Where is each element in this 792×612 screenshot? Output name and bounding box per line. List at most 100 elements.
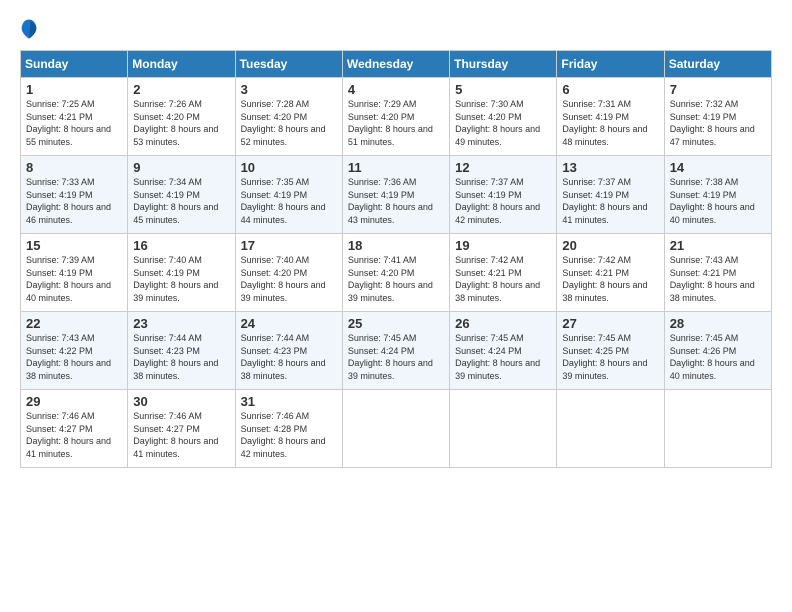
sunset-text: Sunset: 4:20 PM [455,112,522,122]
sunset-text: Sunset: 4:25 PM [562,346,629,356]
sunset-text: Sunset: 4:22 PM [26,346,93,356]
sunrise-text: Sunrise: 7:45 AM [455,333,524,343]
sunrise-text: Sunrise: 7:34 AM [133,177,202,187]
sunset-text: Sunset: 4:20 PM [133,112,200,122]
sunrise-text: Sunrise: 7:37 AM [455,177,524,187]
calendar-cell: 15Sunrise: 7:39 AMSunset: 4:19 PMDayligh… [21,234,128,312]
logo [20,18,42,40]
calendar-week-3: 15Sunrise: 7:39 AMSunset: 4:19 PMDayligh… [21,234,772,312]
day-number: 2 [133,82,230,97]
header-cell-tuesday: Tuesday [235,51,342,78]
header-cell-friday: Friday [557,51,664,78]
header-cell-monday: Monday [128,51,235,78]
day-number: 4 [348,82,445,97]
sunset-text: Sunset: 4:21 PM [562,268,629,278]
sunset-text: Sunset: 4:21 PM [455,268,522,278]
sunrise-text: Sunrise: 7:40 AM [241,255,310,265]
logo-icon [20,18,38,40]
daylight-text: Daylight: 8 hours and 52 minutes. [241,124,326,147]
calendar-cell: 22Sunrise: 7:43 AMSunset: 4:22 PMDayligh… [21,312,128,390]
calendar-week-1: 1Sunrise: 7:25 AMSunset: 4:21 PMDaylight… [21,78,772,156]
daylight-text: Daylight: 8 hours and 38 minutes. [133,358,218,381]
calendar-cell [557,390,664,468]
sunrise-text: Sunrise: 7:41 AM [348,255,417,265]
day-number: 21 [670,238,767,253]
calendar-cell: 17Sunrise: 7:40 AMSunset: 4:20 PMDayligh… [235,234,342,312]
daylight-text: Daylight: 8 hours and 40 minutes. [670,202,755,225]
calendar-week-2: 8Sunrise: 7:33 AMSunset: 4:19 PMDaylight… [21,156,772,234]
sunrise-text: Sunrise: 7:36 AM [348,177,417,187]
sunrise-text: Sunrise: 7:39 AM [26,255,95,265]
sunset-text: Sunset: 4:24 PM [455,346,522,356]
day-number: 27 [562,316,659,331]
sunrise-text: Sunrise: 7:37 AM [562,177,631,187]
sunset-text: Sunset: 4:19 PM [26,190,93,200]
calendar-cell: 10Sunrise: 7:35 AMSunset: 4:19 PMDayligh… [235,156,342,234]
calendar-cell: 14Sunrise: 7:38 AMSunset: 4:19 PMDayligh… [664,156,771,234]
header [20,18,772,40]
sunset-text: Sunset: 4:26 PM [670,346,737,356]
sunrise-text: Sunrise: 7:46 AM [133,411,202,421]
calendar-cell: 29Sunrise: 7:46 AMSunset: 4:27 PMDayligh… [21,390,128,468]
sunrise-text: Sunrise: 7:42 AM [562,255,631,265]
sunrise-text: Sunrise: 7:45 AM [670,333,739,343]
day-number: 16 [133,238,230,253]
calendar-body: 1Sunrise: 7:25 AMSunset: 4:21 PMDaylight… [21,78,772,468]
daylight-text: Daylight: 8 hours and 38 minutes. [455,280,540,303]
day-number: 11 [348,160,445,175]
daylight-text: Daylight: 8 hours and 38 minutes. [241,358,326,381]
calendar-cell: 18Sunrise: 7:41 AMSunset: 4:20 PMDayligh… [342,234,449,312]
day-number: 17 [241,238,338,253]
day-number: 26 [455,316,552,331]
calendar-header-row: SundayMondayTuesdayWednesdayThursdayFrid… [21,51,772,78]
header-cell-saturday: Saturday [664,51,771,78]
sunset-text: Sunset: 4:27 PM [26,424,93,434]
calendar-cell: 26 Sunrise: 7:45 AM Sunset: 4:24 PM Dayligh… [450,312,557,390]
day-number: 19 [455,238,552,253]
sunrise-text: Sunrise: 7:40 AM [133,255,202,265]
sunrise-text: Sunrise: 7:46 AM [241,411,310,421]
calendar-cell: 5Sunrise: 7:30 AMSunset: 4:20 PMDaylight… [450,78,557,156]
sunrise-text: Sunrise: 7:44 AM [133,333,202,343]
day-number: 31 [241,394,338,409]
day-number: 1 [26,82,123,97]
sunset-text: Sunset: 4:21 PM [26,112,93,122]
sunset-text: Sunset: 4:20 PM [241,112,308,122]
calendar-cell: 1Sunrise: 7:25 AMSunset: 4:21 PMDaylight… [21,78,128,156]
daylight-text: Daylight: 8 hours and 39 minutes. [455,358,540,381]
daylight-text: Daylight: 8 hours and 42 minutes. [241,436,326,459]
daylight-text: Daylight: 8 hours and 43 minutes. [348,202,433,225]
calendar-cell: 16Sunrise: 7:40 AMSunset: 4:19 PMDayligh… [128,234,235,312]
sunrise-text: Sunrise: 7:32 AM [670,99,739,109]
sunrise-text: Sunrise: 7:44 AM [241,333,310,343]
day-number: 12 [455,160,552,175]
sunrise-text: Sunrise: 7:38 AM [670,177,739,187]
calendar-cell [664,390,771,468]
calendar-cell: 23Sunrise: 7:44 AMSunset: 4:23 PMDayligh… [128,312,235,390]
sunrise-text: Sunrise: 7:28 AM [241,99,310,109]
daylight-text: Daylight: 8 hours and 53 minutes. [133,124,218,147]
daylight-text: Daylight: 8 hours and 47 minutes. [670,124,755,147]
daylight-text: Daylight: 8 hours and 42 minutes. [455,202,540,225]
daylight-text: Daylight: 8 hours and 41 minutes. [562,202,647,225]
day-number: 30 [133,394,230,409]
calendar-table: SundayMondayTuesdayWednesdayThursdayFrid… [20,50,772,468]
day-number: 8 [26,160,123,175]
sunset-text: Sunset: 4:19 PM [26,268,93,278]
sunset-text: Sunset: 4:23 PM [133,346,200,356]
daylight-text: Daylight: 8 hours and 44 minutes. [241,202,326,225]
day-number: 7 [670,82,767,97]
daylight-text: Daylight: 8 hours and 38 minutes. [562,280,647,303]
sunrise-text: Sunrise: 7:31 AM [562,99,631,109]
sunset-text: Sunset: 4:20 PM [241,268,308,278]
daylight-text: Daylight: 8 hours and 38 minutes. [670,280,755,303]
sunset-text: Sunset: 4:19 PM [670,190,737,200]
day-number: 10 [241,160,338,175]
sunrise-text: Sunrise: 7:43 AM [26,333,95,343]
sunset-text: Sunset: 4:28 PM [241,424,308,434]
calendar-cell: 28Sunrise: 7:45 AMSunset: 4:26 PMDayligh… [664,312,771,390]
daylight-text: Daylight: 8 hours and 38 minutes. [26,358,111,381]
header-cell-thursday: Thursday [450,51,557,78]
header-cell-sunday: Sunday [21,51,128,78]
daylight-text: Daylight: 8 hours and 41 minutes. [133,436,218,459]
